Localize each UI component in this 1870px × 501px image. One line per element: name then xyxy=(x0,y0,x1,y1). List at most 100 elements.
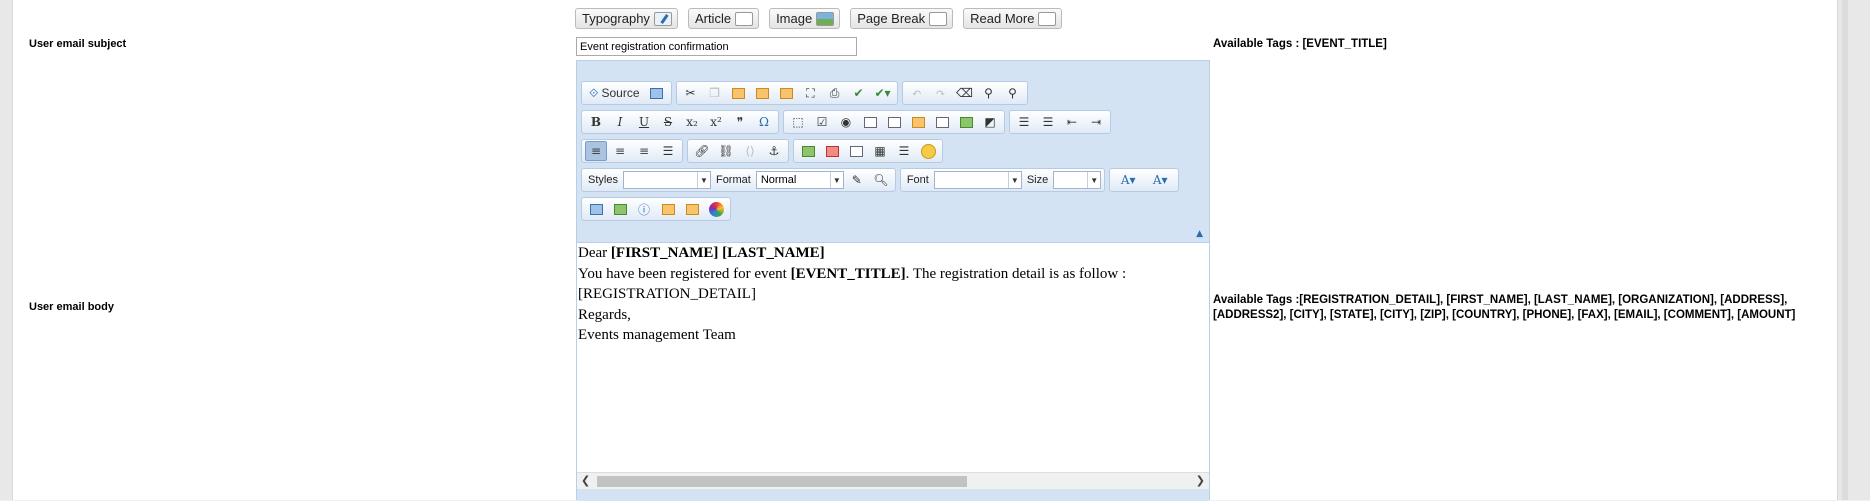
form-button[interactable]: ⬚ xyxy=(787,112,809,132)
body-tags-line-1: Available Tags :[REGISTRATION_DETAIL], [… xyxy=(1213,294,1788,306)
code-button[interactable]: ⟨⟩ xyxy=(739,141,761,161)
subject-available-tags: Available Tags : [EVENT_TITLE] xyxy=(1213,38,1387,50)
align-right-icon: ≡ xyxy=(638,144,650,158)
italic-button[interactable]: I xyxy=(609,112,631,132)
article-button[interactable]: Article xyxy=(687,8,760,29)
color-picker-button[interactable] xyxy=(705,199,727,219)
numbered-list-icon: ☰ xyxy=(1018,115,1030,129)
text-color-button[interactable]: A▾ xyxy=(1113,170,1143,190)
source-button[interactable]: ⟐ Source xyxy=(585,83,644,103)
insert-image-button[interactable] xyxy=(797,141,819,161)
flash-icon xyxy=(825,145,839,157)
new-page-button[interactable] xyxy=(681,199,703,219)
undo-button[interactable]: ↶ xyxy=(906,83,928,103)
image-button-icon xyxy=(959,116,973,128)
radio-button[interactable]: ◉ xyxy=(835,112,857,132)
flash-button[interactable] xyxy=(821,141,843,161)
form-button-button[interactable] xyxy=(931,112,953,132)
cut-button[interactable]: ✂ xyxy=(680,83,702,103)
editor-content-area[interactable]: Dear [FIRST_NAME] [LAST_NAME] You have b… xyxy=(577,242,1209,472)
textarea-button[interactable] xyxy=(883,112,905,132)
undo-icon: ↶ xyxy=(911,86,922,100)
paste-button[interactable] xyxy=(728,83,750,103)
code-icon: ⟨⟩ xyxy=(745,144,755,158)
collapse-toolbar-icon[interactable]: ▲ xyxy=(1196,229,1203,239)
horizontal-rule-button[interactable]: ☰ xyxy=(893,141,915,161)
read-more-label: Read More xyxy=(970,11,1035,26)
toolbar-group-forms: ⬚ ☑ ◉ ◩ xyxy=(783,110,1005,134)
size-label: Size xyxy=(1026,174,1049,186)
table-button[interactable]: ▦ xyxy=(869,141,891,161)
align-right-button[interactable]: ≡ xyxy=(633,141,655,161)
bg-color-button[interactable]: A▾ xyxy=(1145,170,1175,190)
detail-intro-text: . The registration detail is as follow : xyxy=(905,265,1127,282)
binoculars-icon: ⚲ xyxy=(984,86,993,100)
styles-select[interactable]: ▼ xyxy=(622,171,711,189)
justify-button[interactable]: ☰ xyxy=(657,141,679,161)
redo-icon: ↷ xyxy=(935,86,946,100)
subject-input[interactable] xyxy=(576,37,857,56)
replace-button[interactable]: ⚲ xyxy=(1002,83,1024,103)
bulleted-list-button[interactable]: ☰ xyxy=(1037,112,1059,132)
select-field-button[interactable] xyxy=(907,112,929,132)
read-more-button[interactable]: Read More xyxy=(963,8,1063,29)
link-button[interactable]: 🔗︎ xyxy=(691,141,713,161)
save-button[interactable] xyxy=(646,83,668,103)
unlink-button[interactable]: ⛓ xyxy=(715,141,737,161)
find-button[interactable]: ⚲ xyxy=(978,83,1000,103)
hidden-field-button[interactable]: ◩ xyxy=(979,112,1001,132)
font-select[interactable]: ▼ xyxy=(933,171,1022,189)
scroll-left-icon[interactable]: ❮ xyxy=(581,474,590,487)
numbered-list-button[interactable]: ☰ xyxy=(1013,112,1035,132)
source-label: Source xyxy=(601,86,640,100)
spellcheck-dropdown-button[interactable]: ✔▾ xyxy=(872,83,894,103)
form-icon: ⬚ xyxy=(792,115,804,129)
paste-word-button[interactable] xyxy=(776,83,798,103)
image-button-button[interactable] xyxy=(955,112,977,132)
image-button[interactable]: Image xyxy=(769,8,841,29)
size-select[interactable]: ▼ xyxy=(1053,171,1102,189)
align-left-button[interactable]: ≡ xyxy=(585,141,607,161)
spellcheck-button[interactable]: ✔ xyxy=(848,83,870,103)
indent-button[interactable]: ⇥ xyxy=(1085,112,1107,132)
anchor-button[interactable]: ⚓︎ xyxy=(763,141,785,161)
about-button[interactable]: ⓘ xyxy=(633,199,655,219)
typography-button[interactable]: Typography xyxy=(575,8,678,29)
preview-button[interactable]: 🔍︎ xyxy=(870,170,892,190)
select-all-button[interactable]: ⛶ xyxy=(800,83,822,103)
outdent-button[interactable]: ⇤ xyxy=(1061,112,1083,132)
chevron-down-icon: ▼ xyxy=(696,172,710,188)
checkbox-button[interactable]: ☑ xyxy=(811,112,833,132)
copy-button[interactable]: ❐ xyxy=(704,83,726,103)
special-char-button[interactable]: Ω xyxy=(753,112,775,132)
remove-format-button[interactable]: ⌫ xyxy=(954,83,976,103)
show-blocks-2-button[interactable] xyxy=(609,199,631,219)
text-color-icon: A▾ xyxy=(1120,173,1136,187)
blockquote-button[interactable]: ❞ xyxy=(729,112,751,132)
print-button[interactable]: ⎙ xyxy=(824,83,846,103)
underline-button[interactable]: U xyxy=(633,112,655,132)
format-select[interactable]: Normal ▼ xyxy=(755,171,844,189)
bold-button[interactable]: B xyxy=(585,112,607,132)
blocks-icon xyxy=(613,203,627,215)
table-icon: ▦ xyxy=(874,144,886,158)
textfield-button[interactable] xyxy=(859,112,881,132)
smiley-button[interactable] xyxy=(917,141,939,161)
horizontal-scrollbar[interactable]: ❮ ❯ xyxy=(577,472,1209,489)
show-blocks-button[interactable]: ✎ xyxy=(846,170,868,190)
page-break-button[interactable]: Page Break xyxy=(850,8,954,29)
templates-button[interactable] xyxy=(657,199,679,219)
toolbar-group-align: ≡ ≡ ≡ ☰ xyxy=(581,139,683,163)
page-background: Typography Article Image Page Break Read… xyxy=(0,0,1870,501)
subscript-button[interactable]: x₂ xyxy=(681,112,703,132)
iframe-button[interactable] xyxy=(845,141,867,161)
maximize-button[interactable] xyxy=(585,199,607,219)
toolbar-collapse-bar: ▲ xyxy=(577,226,1209,242)
scrollbar-thumb[interactable] xyxy=(597,476,967,487)
align-center-button[interactable]: ≡ xyxy=(609,141,631,161)
paste-text-button[interactable] xyxy=(752,83,774,103)
scroll-right-icon[interactable]: ❯ xyxy=(1196,474,1205,487)
strike-button[interactable]: S xyxy=(657,112,679,132)
redo-button[interactable]: ↷ xyxy=(930,83,952,103)
superscript-button[interactable]: x² xyxy=(705,112,727,132)
